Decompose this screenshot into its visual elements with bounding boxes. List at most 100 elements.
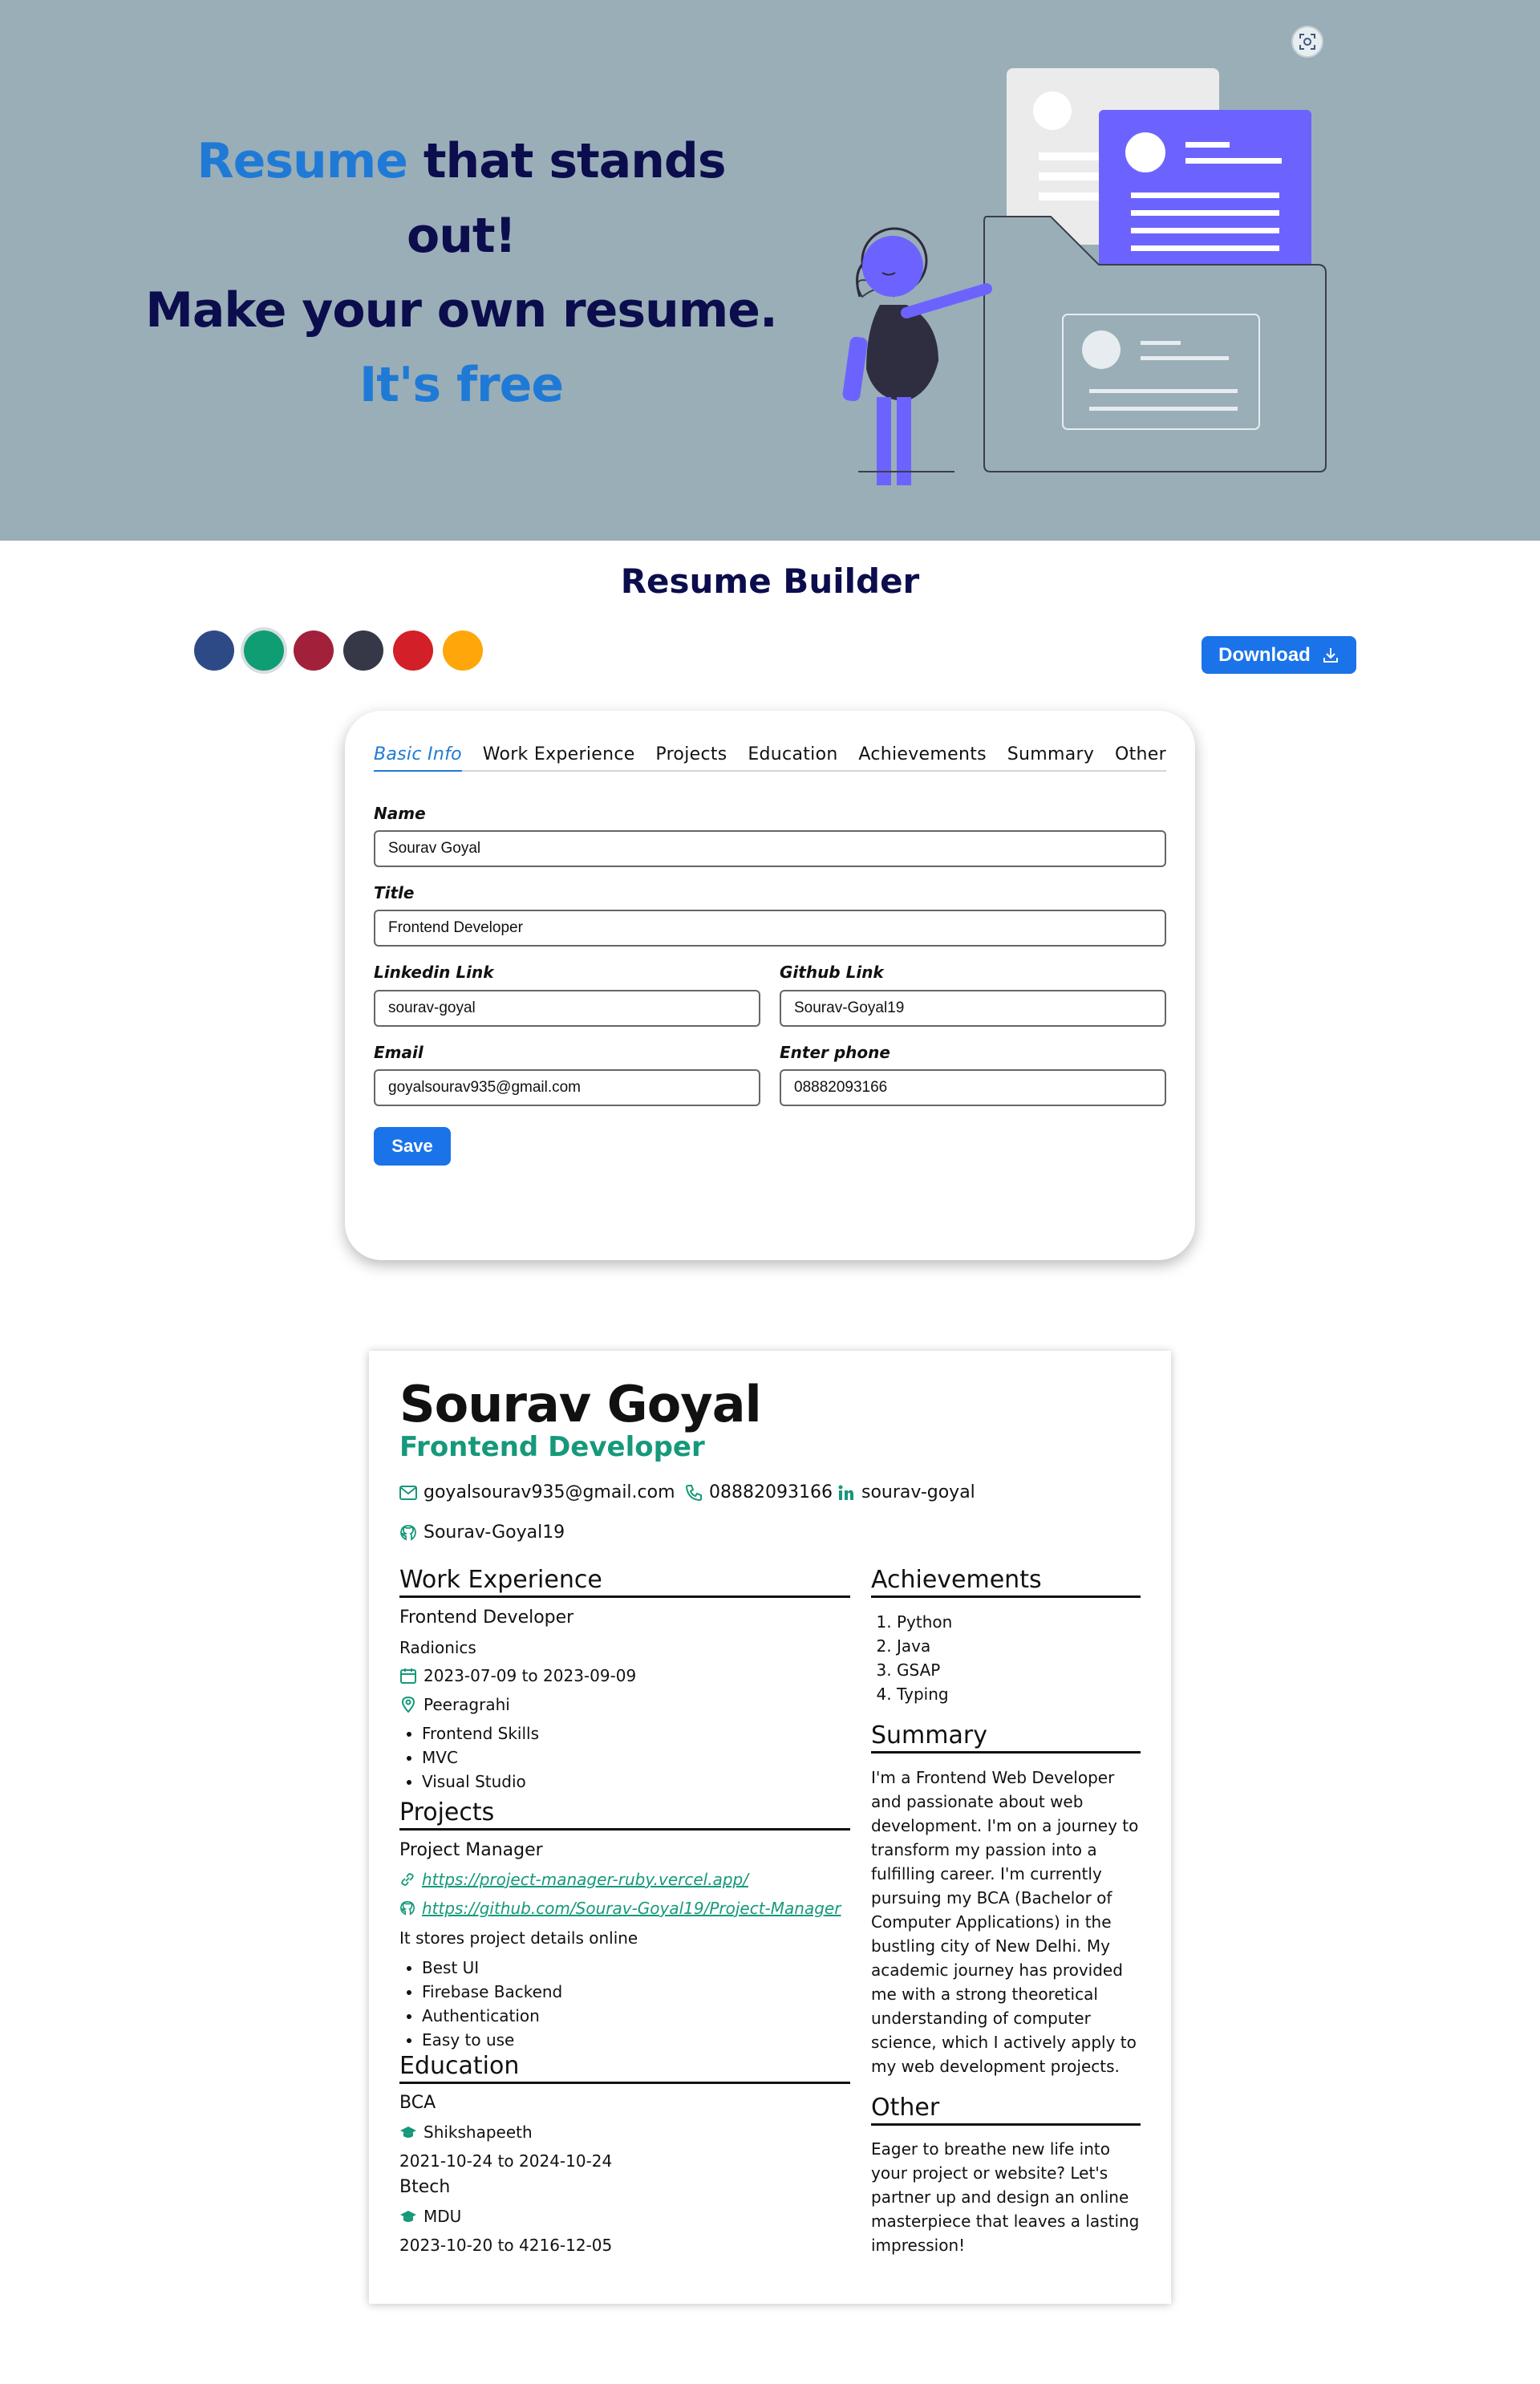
edu-college-text: MDU <box>424 2207 462 2226</box>
color-swatch[interactable] <box>294 630 334 671</box>
contact-phone[interactable]: 08882093166 <box>685 1482 833 1502</box>
contact-email-text: goyalsourav935@gmail.com <box>424 1482 675 1502</box>
list-item: Python <box>897 1610 952 1634</box>
other-heading: Other <box>871 2094 1141 2126</box>
github-label: Github Link <box>780 963 884 982</box>
edu-college: MDU <box>399 2207 461 2226</box>
list-item: Frontend Skills <box>422 1721 539 1745</box>
editor-card: Basic Info Work Experience Projects Educ… <box>345 711 1195 1260</box>
tab-other[interactable]: Other <box>1115 744 1166 772</box>
color-swatch[interactable] <box>393 630 433 671</box>
summary-line: understanding of computer <box>871 2009 1091 2028</box>
achievements-heading: Achievements <box>871 1566 1141 1598</box>
other-line: impression! <box>871 2236 966 2255</box>
linkedin-input[interactable] <box>374 990 760 1027</box>
focus-icon <box>1299 34 1315 50</box>
phone-input[interactable] <box>780 1069 1166 1106</box>
achievements-list: Python Java GSAP Typing <box>877 1610 952 1706</box>
contact-github-text: Sourav-Goyal19 <box>424 1522 565 1543</box>
list-item: Authentication <box>422 2004 562 2028</box>
color-palette <box>194 630 483 671</box>
builder-title: Resume Builder <box>620 562 920 601</box>
screenshot-focus-button[interactable] <box>1291 26 1323 58</box>
work-dates: 2023-07-09 to 2023-09-09 <box>399 1666 636 1685</box>
other-text: Eager to breathe new life into your proj… <box>871 2137 1144 2257</box>
color-swatch[interactable] <box>443 630 483 671</box>
download-label: Download <box>1218 643 1311 666</box>
edu-degree: BCA <box>399 2093 436 2113</box>
hero-illustration <box>842 68 1327 485</box>
graduation-cap-icon <box>400 2211 416 2222</box>
github-icon <box>399 1900 415 1916</box>
summary-line: and passionate about web <box>871 1792 1084 1811</box>
work-role: Frontend Developer <box>399 1608 574 1628</box>
download-icon <box>1323 647 1338 663</box>
list-item: Firebase Backend <box>422 1980 562 2004</box>
mail-icon <box>399 1485 417 1500</box>
list-item: GSAP <box>897 1658 952 1682</box>
education-heading: Education <box>399 2052 850 2084</box>
other-line: Eager to breathe new life into <box>871 2139 1110 2159</box>
summary-line: fulfilling career. I'm currently <box>871 1864 1102 1883</box>
list-item: Easy to use <box>422 2028 562 2052</box>
list-item: Best UI <box>422 1956 562 1980</box>
calendar-icon <box>400 1668 416 1684</box>
name-label: Name <box>374 804 426 823</box>
other-line: masterpiece that leaves a lasting <box>871 2212 1140 2231</box>
hero-line2: out! <box>407 208 517 264</box>
title-input[interactable] <box>374 910 1166 947</box>
location-pin-icon <box>401 1696 415 1713</box>
project-link[interactable]: https://project-manager-ruby.vercel.app/ <box>399 1870 748 1889</box>
summary-heading: Summary <box>871 1721 1141 1754</box>
section-tabs: Basic Info Work Experience Projects Educ… <box>374 744 1166 772</box>
color-swatch[interactable] <box>194 630 234 671</box>
contact-github[interactable]: Sourav-Goyal19 <box>399 1522 565 1543</box>
resume-preview: Sourav Goyal Frontend Developer goyalsou… <box>369 1351 1171 2304</box>
contact-email[interactable]: goyalsourav935@gmail.com <box>399 1482 675 1502</box>
contact-linkedin[interactable]: sourav-goyal <box>837 1482 975 1502</box>
summary-text: I'm a Frontend Web Developer and passion… <box>871 1766 1144 2078</box>
tab-education[interactable]: Education <box>748 744 837 772</box>
summary-line: pursuing my BCA (Bachelor of <box>871 1888 1112 1908</box>
hero-headline: Resume that stands out! Make your own re… <box>120 124 802 423</box>
color-swatch[interactable] <box>244 630 284 671</box>
work-points: Frontend Skills MVC Visual Studio <box>399 1721 539 1794</box>
github-input[interactable] <box>780 990 1166 1027</box>
linkedin-icon <box>838 1485 853 1500</box>
hero-accent-word: Resume <box>197 133 408 189</box>
resume-name: Sourav Goyal <box>399 1375 762 1433</box>
edu-dates: 2021-10-24 to 2024-10-24 <box>399 2151 613 2171</box>
color-swatch[interactable] <box>343 630 383 671</box>
tab-achievements[interactable]: Achievements <box>858 744 987 772</box>
project-name: Project Manager <box>399 1840 543 1860</box>
email-input[interactable] <box>374 1069 760 1106</box>
work-heading: Work Experience <box>399 1566 850 1598</box>
project-overview: It stores project details online <box>399 1928 638 1948</box>
resume-title: Frontend Developer <box>399 1431 705 1463</box>
work-location: Peeragrahi <box>399 1695 510 1714</box>
summary-line: science, which I actively apply to <box>871 2033 1137 2052</box>
project-link-text: https://project-manager-ruby.vercel.app/ <box>422 1870 748 1889</box>
work-dates-text: 2023-07-09 to 2023-09-09 <box>424 1666 637 1685</box>
tab-work-experience[interactable]: Work Experience <box>483 744 635 772</box>
name-input[interactable] <box>374 830 1166 867</box>
tab-summary[interactable]: Summary <box>1007 744 1094 772</box>
project-github-link[interactable]: https://github.com/Sourav-Goyal19/Projec… <box>399 1899 841 1918</box>
summary-line: development. I'm on a journey to <box>871 1816 1139 1835</box>
summary-line: me with a strong theoretical <box>871 1985 1098 2004</box>
other-line: partner up and design an online <box>871 2187 1129 2207</box>
summary-line: I'm a Frontend Web Developer <box>871 1768 1115 1787</box>
graduation-cap-icon <box>400 2127 416 2138</box>
contact-linkedin-text: sourav-goyal <box>861 1482 975 1502</box>
tab-basic-info[interactable]: Basic Info <box>374 744 462 772</box>
summary-line: bustling city of New Delhi. My <box>871 1936 1110 1956</box>
summary-line: transform my passion into a <box>871 1840 1097 1859</box>
edu-college: Shikshapeeth <box>399 2122 533 2142</box>
github-icon <box>400 1524 416 1541</box>
link-icon <box>401 1873 414 1886</box>
linkedin-label: Linkedin Link <box>374 963 494 982</box>
summary-line: Computer Applications) in the <box>871 1912 1112 1932</box>
download-button[interactable]: Download <box>1202 636 1356 674</box>
tab-projects[interactable]: Projects <box>655 744 727 772</box>
save-button[interactable]: Save <box>374 1127 451 1166</box>
